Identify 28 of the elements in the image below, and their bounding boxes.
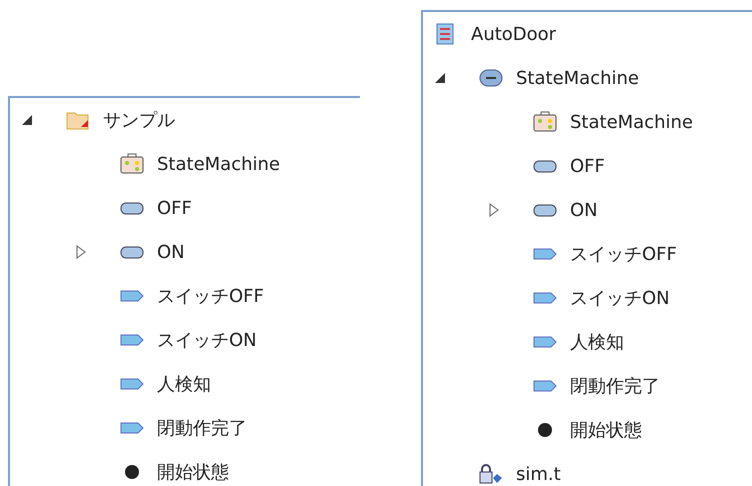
expanded-arrow-icon[interactable] [20,113,34,127]
lock-icon [478,463,504,485]
tree-item[interactable]: 人検知 [570,330,624,354]
diagram-icon [119,153,145,175]
tree-item[interactable]: 開始状態 [570,418,642,442]
tree-item[interactable]: StateMachine [157,154,280,174]
tree-item[interactable]: 閉動作完了 [157,416,247,440]
tree-item[interactable]: サンプル [103,108,175,132]
tree-item[interactable]: StateMachine [516,68,639,88]
tree-item[interactable]: OFF [570,156,605,176]
tree-item[interactable]: スイッチOFF [157,284,264,308]
tree-item[interactable]: StateMachine [570,112,693,132]
tree-item[interactable]: 開始状態 [157,460,229,484]
expanded-arrow-icon[interactable] [433,71,447,85]
tree-item[interactable]: sim.t [516,464,561,484]
tree-item[interactable]: 人検知 [157,372,211,396]
diagram-icon [532,111,558,133]
tree-item[interactable]: スイッチON [157,328,257,352]
state-machine-icon [478,67,504,89]
collapsed-arrow-icon[interactable] [487,203,501,217]
tree-item[interactable]: ON [570,200,598,220]
tree-item[interactable]: スイッチOFF [570,242,677,266]
collapsed-arrow-icon[interactable] [74,245,88,259]
tree-item[interactable]: スイッチON [570,286,670,310]
tree-item[interactable]: OFF [157,198,192,218]
tree-item[interactable]: ON [157,242,185,262]
tree-item[interactable]: 閉動作完了 [570,374,660,398]
tree-item[interactable]: AutoDoor [471,24,556,44]
